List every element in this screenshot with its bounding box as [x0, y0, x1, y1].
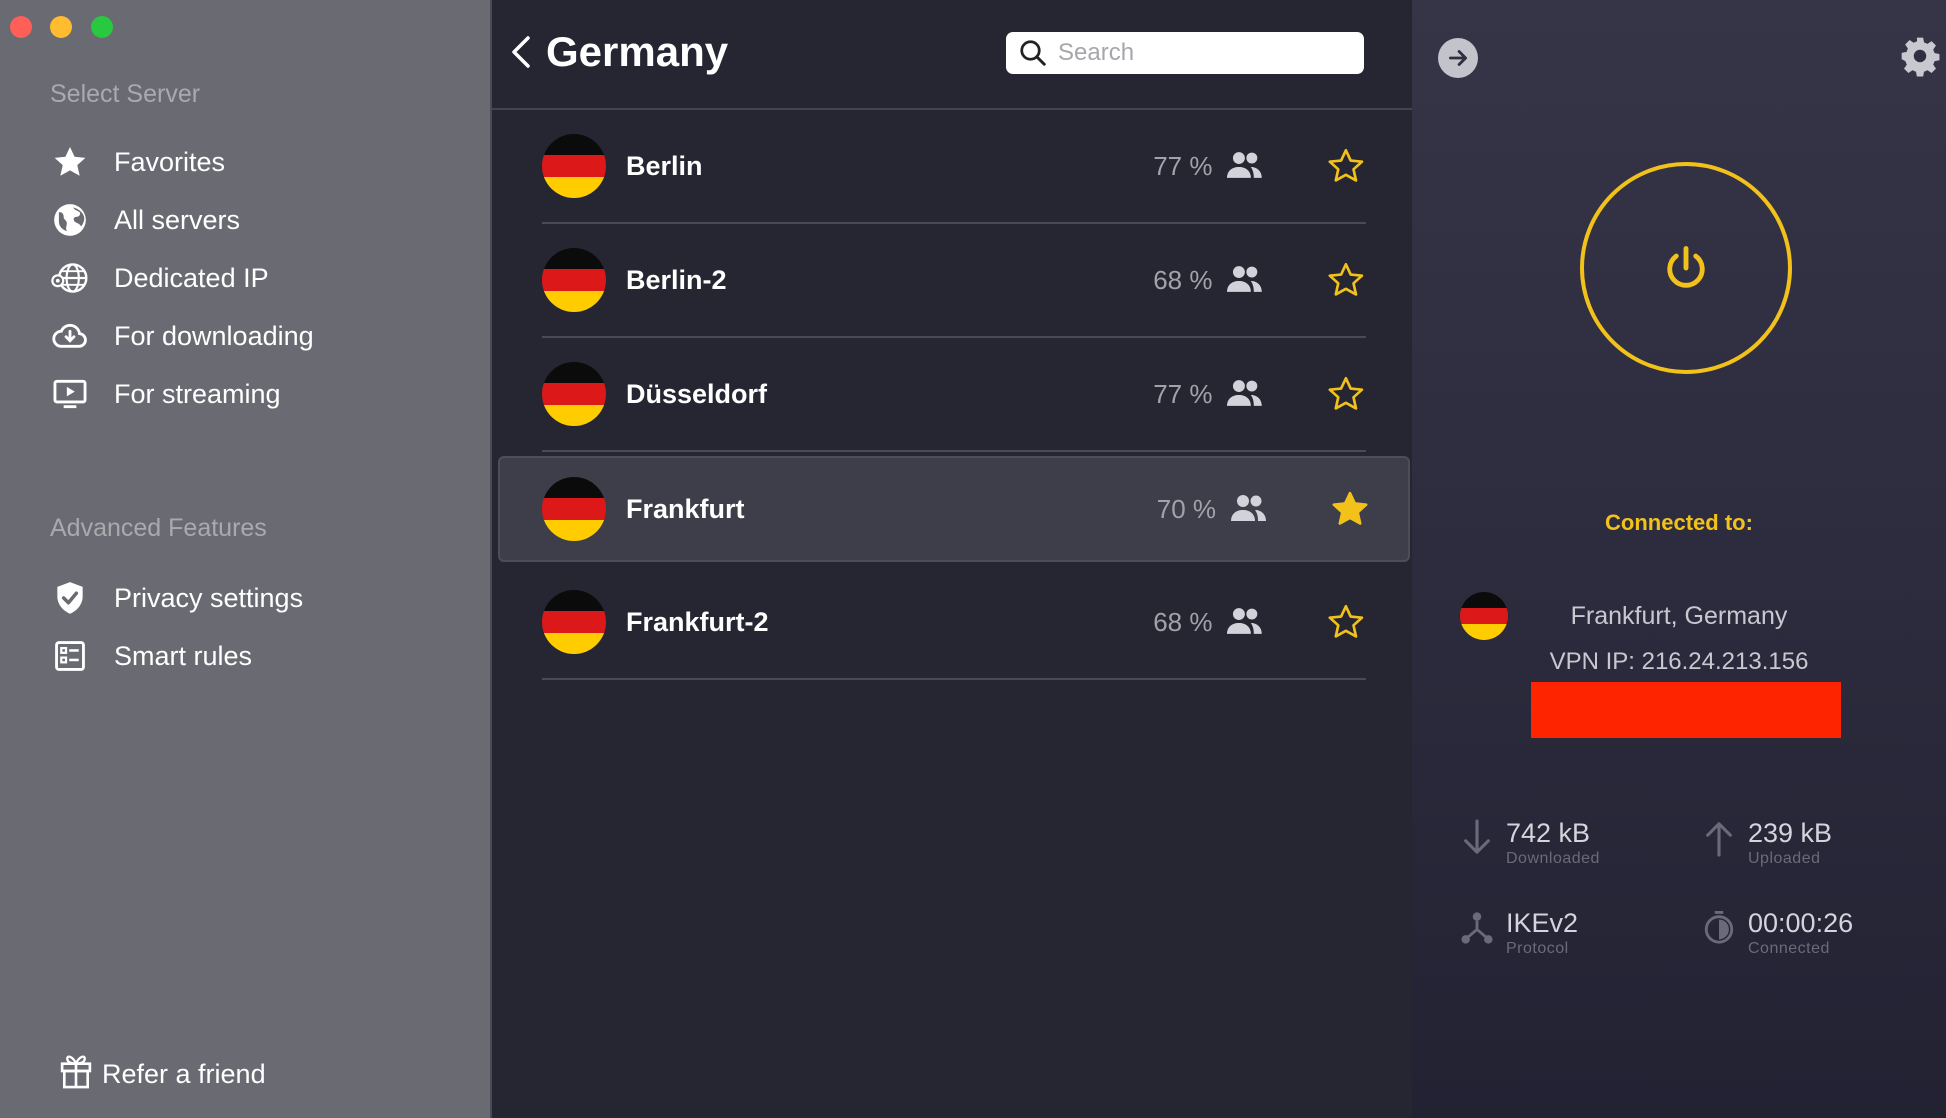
power-toggle-button[interactable] — [1580, 162, 1792, 374]
star-icon — [46, 138, 94, 186]
protocol-label: Protocol — [1506, 940, 1569, 957]
dedicated-ip-icon — [46, 254, 94, 302]
server-list-header: Germany — [492, 0, 1412, 110]
users-icon — [1227, 266, 1263, 292]
uploaded-label: Uploaded — [1748, 850, 1821, 867]
server-list-panel: Germany Berlin 77 % Berlin-2 68 % Düssel… — [490, 0, 1412, 1118]
connected-time-stat: 00:00:26 Connected — [1702, 908, 1853, 958]
refer-a-friend-button[interactable]: Refer a friend — [50, 1052, 266, 1097]
users-icon — [1227, 608, 1263, 634]
shield-check-icon — [46, 574, 94, 622]
sidebar-item-label: For streaming — [114, 378, 281, 409]
server-row-berlin-2[interactable]: Berlin-2 68 % — [542, 224, 1366, 338]
vpn-ip: VPN IP: 216.24.213.156 — [1549, 648, 1809, 675]
cloud-download-icon — [46, 312, 94, 360]
minimize-window-button[interactable] — [50, 16, 72, 38]
germany-flag-icon — [542, 477, 606, 541]
germany-flag-icon — [542, 248, 606, 312]
arrow-down-icon — [1464, 819, 1490, 854]
sidebar-item-favorites[interactable]: Favorites — [46, 136, 466, 188]
favorite-star-icon[interactable] — [1326, 374, 1366, 414]
server-load: 68 % — [1153, 606, 1213, 637]
sidebar: Select Server Favorites All servers Dedi… — [0, 0, 490, 1118]
gift-icon — [58, 1052, 94, 1097]
back-button[interactable] — [506, 30, 536, 74]
uploaded-value: 239 kB — [1748, 818, 1833, 848]
sidebar-item-privacy-settings[interactable]: Privacy settings — [46, 572, 466, 624]
sidebar-item-label: Favorites — [114, 146, 226, 177]
germany-flag-icon — [542, 134, 606, 198]
favorite-star-icon[interactable] — [1326, 146, 1366, 186]
refer-a-friend-label: Refer a friend — [102, 1059, 266, 1089]
connected-time-value: 00:00:26 — [1748, 908, 1854, 938]
connected-to-label: Connected to: — [1605, 510, 1753, 535]
advanced-features-heading: Advanced Features — [50, 514, 267, 542]
sidebar-item-label: Smart rules — [114, 640, 253, 671]
users-icon — [1227, 152, 1263, 178]
select-server-heading: Select Server — [50, 80, 201, 108]
download-stat: 742 kB Downloaded — [1460, 818, 1600, 868]
server-name: Berlin-2 — [626, 264, 727, 295]
page-title: Germany — [546, 28, 729, 75]
arrow-right-icon — [1449, 50, 1467, 66]
connection-panel: Connected to: Frankfurt, Germany VPN IP:… — [1412, 0, 1946, 1118]
server-name: Düsseldorf — [626, 378, 768, 409]
chevron-left-icon — [512, 36, 530, 68]
downloaded-label: Downloaded — [1506, 850, 1600, 867]
sidebar-item-smart-rules[interactable]: Smart rules — [46, 630, 466, 682]
server-row-frankfurt[interactable]: Frankfurt 70 % — [498, 456, 1410, 562]
favorite-star-icon[interactable] — [1326, 260, 1366, 300]
expand-panel-button[interactable] — [1438, 38, 1478, 78]
server-name: Frankfurt — [626, 493, 745, 524]
settings-button[interactable] — [1898, 34, 1942, 78]
server-load: 77 % — [1153, 378, 1213, 409]
users-icon — [1231, 495, 1266, 521]
power-icon — [1667, 246, 1705, 288]
protocol-stat: IKEv2 Protocol — [1460, 908, 1578, 958]
zoom-window-button[interactable] — [91, 16, 113, 38]
favorite-star-filled-icon[interactable] — [1330, 489, 1370, 529]
play-screen-icon — [46, 370, 94, 418]
germany-flag-icon — [542, 590, 606, 654]
server-row-frankfurt-2[interactable]: Frankfurt-2 68 % — [542, 566, 1366, 680]
search-box[interactable] — [1006, 32, 1364, 74]
sidebar-item-all-servers[interactable]: All servers — [46, 194, 466, 246]
stopwatch-icon — [1704, 911, 1734, 944]
sidebar-item-label: Privacy settings — [114, 582, 304, 613]
server-load: 70 % — [1156, 493, 1216, 524]
upload-stat: 239 kB Uploaded — [1702, 818, 1832, 868]
redaction-block — [1531, 682, 1841, 738]
gear-icon — [1901, 37, 1940, 77]
germany-flag-icon — [542, 362, 606, 426]
protocol-value: IKEv2 — [1506, 908, 1579, 938]
favorite-star-icon[interactable] — [1326, 602, 1366, 642]
downloaded-value: 742 kB — [1506, 818, 1591, 848]
server-name: Frankfurt-2 — [626, 606, 769, 637]
sidebar-item-label: Dedicated IP — [114, 262, 269, 293]
users-icon — [1227, 380, 1263, 406]
connected-time-label: Connected — [1748, 940, 1830, 957]
sidebar-item-for-downloading[interactable]: For downloading — [46, 310, 466, 362]
server-row-berlin[interactable]: Berlin 77 % — [542, 110, 1366, 224]
arrow-up-icon — [1706, 822, 1732, 857]
server-row-dusseldorf[interactable]: Düsseldorf 77 % — [542, 338, 1366, 452]
server-load: 68 % — [1153, 264, 1213, 295]
protocol-nodes-icon — [1461, 912, 1493, 944]
search-input[interactable] — [1058, 39, 1358, 67]
globe-icon — [46, 196, 94, 244]
sidebar-item-dedicated-ip[interactable]: Dedicated IP — [46, 252, 466, 304]
connected-location: Frankfurt, Germany — [1570, 602, 1788, 630]
search-icon — [1020, 40, 1046, 66]
server-name: Berlin — [626, 150, 703, 181]
sidebar-item-label: All servers — [114, 204, 241, 235]
rules-list-icon — [46, 632, 94, 680]
sidebar-item-label: For downloading — [114, 320, 314, 351]
sidebar-item-for-streaming[interactable]: For streaming — [46, 368, 466, 420]
close-window-button[interactable] — [10, 16, 32, 38]
server-load: 77 % — [1153, 150, 1213, 181]
